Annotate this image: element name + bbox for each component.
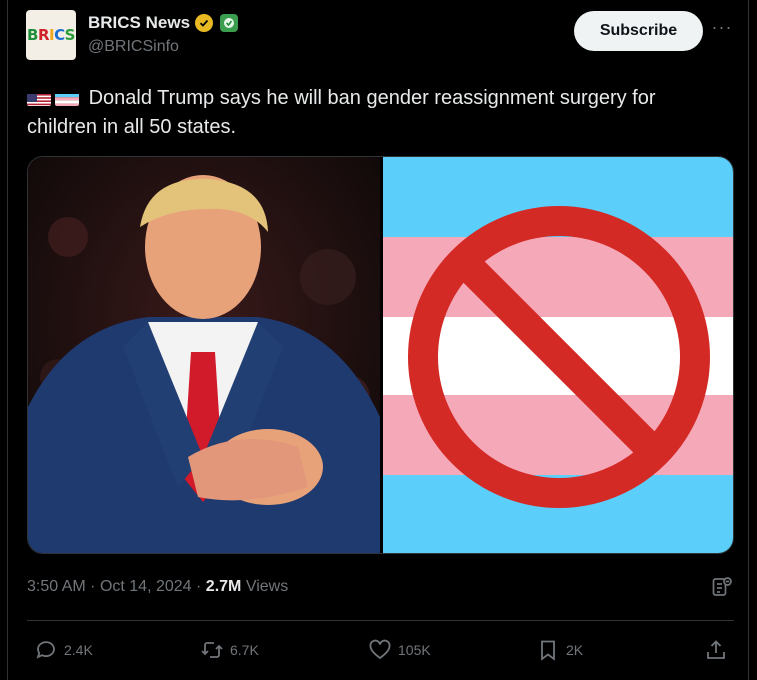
tweet-text: Donald Trump says he will ban gender rea… (27, 87, 656, 138)
bookmark-icon (541, 640, 555, 661)
reply-button[interactable]: 2.4K (34, 638, 93, 662)
account-handle[interactable]: @BRICSinfo (88, 38, 179, 56)
tweet-time[interactable]: 3:50 AM (27, 578, 86, 595)
meta-separator: · (90, 578, 96, 595)
repost-icon (201, 642, 223, 658)
bookmark-button[interactable]: 2K (536, 638, 583, 662)
share-button[interactable] (704, 638, 728, 662)
account-name-row[interactable]: BRICS News (88, 13, 239, 33)
reply-icon (36, 641, 55, 659)
heart-icon (369, 639, 391, 660)
photo-man-clapping[interactable] (28, 157, 380, 553)
repost-count: 6.7K (230, 642, 259, 658)
meta-separator: · (196, 578, 202, 595)
repost-button[interactable]: 6.7K (200, 638, 259, 662)
views-label: Views (245, 578, 289, 595)
affiliate-badge-icon[interactable] (220, 14, 239, 32)
subscribe-button[interactable]: Subscribe (574, 11, 703, 51)
avatar[interactable]: BRICS (26, 10, 76, 60)
share-icon (707, 640, 725, 659)
divider (27, 620, 734, 621)
account-name[interactable]: BRICS News (88, 13, 190, 33)
bookmark-count: 2K (566, 642, 584, 658)
tweet-text-block: Donald Trump says he will ban gender rea… (27, 84, 727, 142)
analytics-icon[interactable] (710, 575, 734, 599)
trans-flag-prohibited-image[interactable] (383, 157, 733, 553)
verified-badge-icon[interactable] (195, 14, 214, 32)
tweet-media[interactable] (27, 156, 734, 554)
us-flag-icon (27, 90, 51, 106)
views-count: 2.7M (205, 578, 242, 595)
like-button[interactable]: 105K (368, 638, 431, 662)
reply-count: 2.4K (64, 642, 93, 658)
more-options-icon[interactable]: ··· (710, 18, 734, 40)
trans-flag-icon (55, 90, 79, 106)
tweet-meta: 3:50 AM · Oct 14, 2024 · 2.7M Views (27, 578, 288, 596)
tweet-date[interactable]: Oct 14, 2024 (100, 578, 192, 595)
like-count: 105K (398, 642, 431, 658)
